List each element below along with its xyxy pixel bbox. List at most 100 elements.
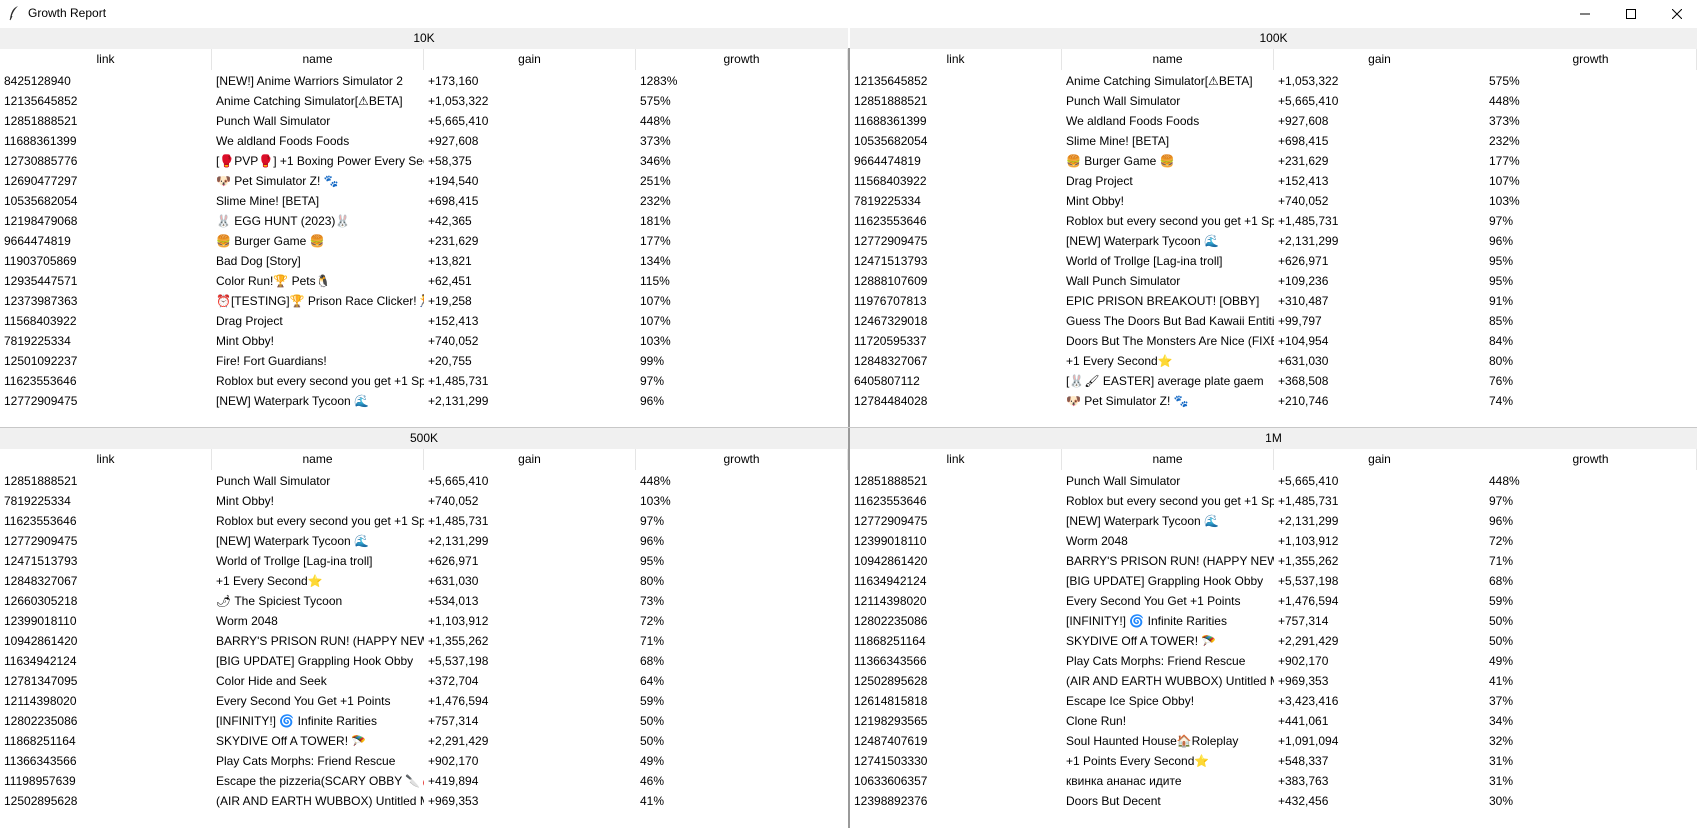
table-row[interactable]: 12690477297 🐶 Pet Simulator Z! 🐾 +194,540 2… [0, 171, 848, 191]
cell-gain: +372,704 [428, 674, 479, 688]
column-header-gain[interactable]: gain [1274, 449, 1486, 470]
table-row[interactable]: 12935447571 Color Run!🏆 Pets🐧 +62,451 115% [0, 271, 848, 291]
table-row[interactable]: 12772909475 [NEW] Waterpark Tycoon 🌊 +2,13… [0, 391, 848, 411]
table-row[interactable]: 11903705869 Bad Dog [Story] +13,821 134% [0, 251, 848, 271]
column-header-gain[interactable]: gain [1274, 49, 1486, 70]
table-row[interactable]: 7819225334 Mint Obby! +740,052 103% [0, 491, 848, 511]
table-row[interactable]: 6405807112 [🐰🖌 EASTER] average plate gaem… [850, 371, 1697, 391]
table-row[interactable]: 8425128940 [NEW!] Anime Warriors Simulato… [0, 71, 848, 91]
column-header-name[interactable]: name [212, 49, 424, 70]
table-row[interactable]: 12198479068 🐰 EGG HUNT (2023)🐰 +42,365 181% [0, 211, 848, 231]
column-header-link[interactable]: link [0, 449, 212, 470]
cell-name: Color Hide and Seek [216, 674, 327, 688]
table-row[interactable]: 12851888521 Punch Wall Simulator +5,665,41… [850, 91, 1697, 111]
column-header-growth[interactable]: growth [636, 49, 848, 70]
maximize-button[interactable] [1608, 0, 1654, 27]
table-row[interactable]: 12135645852 Anime Catching Simulator[⚠BET… [850, 71, 1697, 91]
table-row[interactable]: 12851888521 Punch Wall Simulator +5,665,41… [850, 471, 1697, 491]
column-header-growth[interactable]: growth [1485, 449, 1697, 470]
column-header-link[interactable]: link [0, 49, 212, 70]
table-row[interactable]: 11634942124 [BIG UPDATE] Grappling Hook O… [0, 651, 848, 671]
table-row[interactable]: 11720595337 Doors But The Monsters Are Ni… [850, 331, 1697, 351]
table-row[interactable]: 12399018110 Worm 2048 +1,103,912 72% [850, 531, 1697, 551]
table-row[interactable]: 12772909475 [NEW] Waterpark Tycoon 🌊 +2,13… [850, 231, 1697, 251]
column-header-name[interactable]: name [1062, 449, 1274, 470]
cell-name: [NEW] Waterpark Tycoon 🌊 [216, 394, 369, 408]
table-row[interactable]: 12851888521 Punch Wall Simulator +5,665,41… [0, 111, 848, 131]
table-row[interactable]: 12848327067 +1 Every Second⭐ +631,030 80% [850, 351, 1697, 371]
column-header-link[interactable]: link [850, 449, 1062, 470]
column-header-gain[interactable]: gain [424, 49, 636, 70]
table-row[interactable]: 10942861420 BARRY'S PRISON RUN! (HAPPY NE… [0, 631, 848, 651]
cell-growth: 97% [640, 374, 665, 388]
table-row[interactable]: 12772909475 [NEW] Waterpark Tycoon 🌊 +2,13… [0, 531, 848, 551]
table-row[interactable]: 11623553646 Roblox but every second you g… [0, 371, 848, 391]
cell-name: +1 Every Second⭐ [216, 574, 323, 588]
column-header-name[interactable]: name [1062, 49, 1274, 70]
table-row[interactable]: 12398892376 Doors But Decent +432,456 30% [850, 791, 1697, 811]
table-row[interactable]: 11688361399 We aldland Foods Foods +927,60… [0, 131, 848, 151]
column-header-link[interactable]: link [850, 49, 1062, 70]
table-row[interactable]: 12851888521 Punch Wall Simulator +5,665,41… [0, 471, 848, 491]
table-row[interactable]: 12399018110 Worm 2048 +1,103,912 72% [0, 611, 848, 631]
table-row[interactable]: 10535682054 Slime Mine! [BETA] +698,415 232… [850, 131, 1697, 151]
table-row[interactable]: 11366343566 Play Cats Morphs: Friend Resc… [0, 751, 848, 771]
table-row[interactable]: 12471513793 World of Trollge [Lag-ina tro… [850, 251, 1697, 271]
table-row[interactable]: 12373987363 ⏰[TESTING]🏆 Prison Race Click… [0, 291, 848, 311]
column-header-growth[interactable]: growth [636, 449, 848, 470]
table-row[interactable]: 11568403922 Drag Project +152,413 107% [0, 311, 848, 331]
table-row[interactable]: 11623553646 Roblox but every second you g… [850, 491, 1697, 511]
cell-gain: +13,821 [428, 254, 472, 268]
cell-gain: +626,971 [1278, 254, 1329, 268]
table-row[interactable]: 12198293565 Clone Run! +441,061 34% [850, 711, 1697, 731]
table-row[interactable]: 11688361399 We aldland Foods Foods +927,60… [850, 111, 1697, 131]
cell-growth: 85% [1489, 314, 1514, 328]
table-row[interactable]: 12888107609 Wall Punch Simulator +109,236 9… [850, 271, 1697, 291]
table-row[interactable]: 12660305218 🌶 The Spiciest Tycoon +534,013… [0, 591, 848, 611]
table-row[interactable]: 12802235086 [INFINITY!] 🌀 Infinite Rariti… [850, 611, 1697, 631]
close-button[interactable] [1654, 0, 1697, 27]
table-row[interactable]: 12848327067 +1 Every Second⭐ +631,030 80% [0, 571, 848, 591]
table-row[interactable]: 11623553646 Roblox but every second you g… [0, 511, 848, 531]
panel-divider-horizontal[interactable] [0, 427, 1697, 428]
table-row[interactable]: 12741503330 +1 Points Every Second⭐ +548,3… [850, 751, 1697, 771]
column-header-name[interactable]: name [212, 449, 424, 470]
table-row[interactable]: 12784484028 🐶 Pet Simulator Z! 🐾 +210,746 7… [850, 391, 1697, 411]
panel-divider-vertical[interactable] [848, 48, 850, 828]
table-row[interactable]: 12730885776 [🥊PVP🥊] +1 Boxing Power Every… [0, 151, 848, 171]
table-row[interactable]: 12114398020 Every Second You Get +1 Point… [850, 591, 1697, 611]
panel-title: 10K [0, 28, 848, 50]
table-row[interactable]: 7819225334 Mint Obby! +740,052 103% [0, 331, 848, 351]
table-row[interactable]: 11198957639 Escape the pizzeria(SCARY OBB… [0, 771, 848, 791]
table-row[interactable]: 12471513793 World of Trollge [Lag-ina tro… [0, 551, 848, 571]
table-row[interactable]: 10633606357 квинка ананас идите +383,763 31… [850, 771, 1697, 791]
table-row[interactable]: 12781347095 Color Hide and Seek +372,704 64… [0, 671, 848, 691]
table-row[interactable]: 12502895628 (AIR AND EARTH WUBBOX) Untitl… [850, 671, 1697, 691]
table-row[interactable]: 11623553646 Roblox but every second you g… [850, 211, 1697, 231]
table-row[interactable]: 10535682054 Slime Mine! [BETA] +698,415 232… [0, 191, 848, 211]
table-row[interactable]: 12614815818 Escape Ice Spice Obby! +3,423,… [850, 691, 1697, 711]
table-row[interactable]: 9664474819 🍔 Burger Game 🍔 +231,629 177% [0, 231, 848, 251]
table-row[interactable]: 7819225334 Mint Obby! +740,052 103% [850, 191, 1697, 211]
table-row[interactable]: 10942861420 BARRY'S PRISON RUN! (HAPPY NE… [850, 551, 1697, 571]
table-row[interactable]: 11868251164 SKYDIVE Off A TOWER! 🪂 +2,291,… [850, 631, 1697, 651]
column-header-gain[interactable]: gain [424, 449, 636, 470]
table-row[interactable]: 12114398020 Every Second You Get +1 Point… [0, 691, 848, 711]
table-row[interactable]: 12772909475 [NEW] Waterpark Tycoon 🌊 +2,13… [850, 511, 1697, 531]
table-row[interactable]: 12802235086 [INFINITY!] 🌀 Infinite Rariti… [0, 711, 848, 731]
table-row[interactable]: 12467329018 Guess The Doors But Bad Kawai… [850, 311, 1697, 331]
table-row[interactable]: 12135645852 Anime Catching Simulator[⚠BET… [0, 91, 848, 111]
table-row[interactable]: 11868251164 SKYDIVE Off A TOWER! 🪂 +2,291,… [0, 731, 848, 751]
table-row[interactable]: 11568403922 Drag Project +152,413 107% [850, 171, 1697, 191]
table-row[interactable]: 11634942124 [BIG UPDATE] Grappling Hook O… [850, 571, 1697, 591]
table-row[interactable]: 12501092237 Fire! Fort Guardians! +20,755 9… [0, 351, 848, 371]
table-row[interactable]: 12487407619 Soul Haunted House🏠Roleplay +1… [850, 731, 1697, 751]
minimize-button[interactable] [1562, 0, 1608, 27]
table-row[interactable]: 9664474819 🍔 Burger Game 🍔 +231,629 177% [850, 151, 1697, 171]
table-row[interactable]: 11976707813 EPIC PRISON BREAKOUT! [OBBY] +… [850, 291, 1697, 311]
cell-gain: +740,052 [428, 334, 479, 348]
table-row[interactable]: 12502895628 (AIR AND EARTH WUBBOX) Untitl… [0, 791, 848, 811]
cell-name: 🐰 EGG HUNT (2023)🐰 [216, 214, 351, 228]
column-header-growth[interactable]: growth [1485, 49, 1697, 70]
table-row[interactable]: 11366343566 Play Cats Morphs: Friend Resc… [850, 651, 1697, 671]
